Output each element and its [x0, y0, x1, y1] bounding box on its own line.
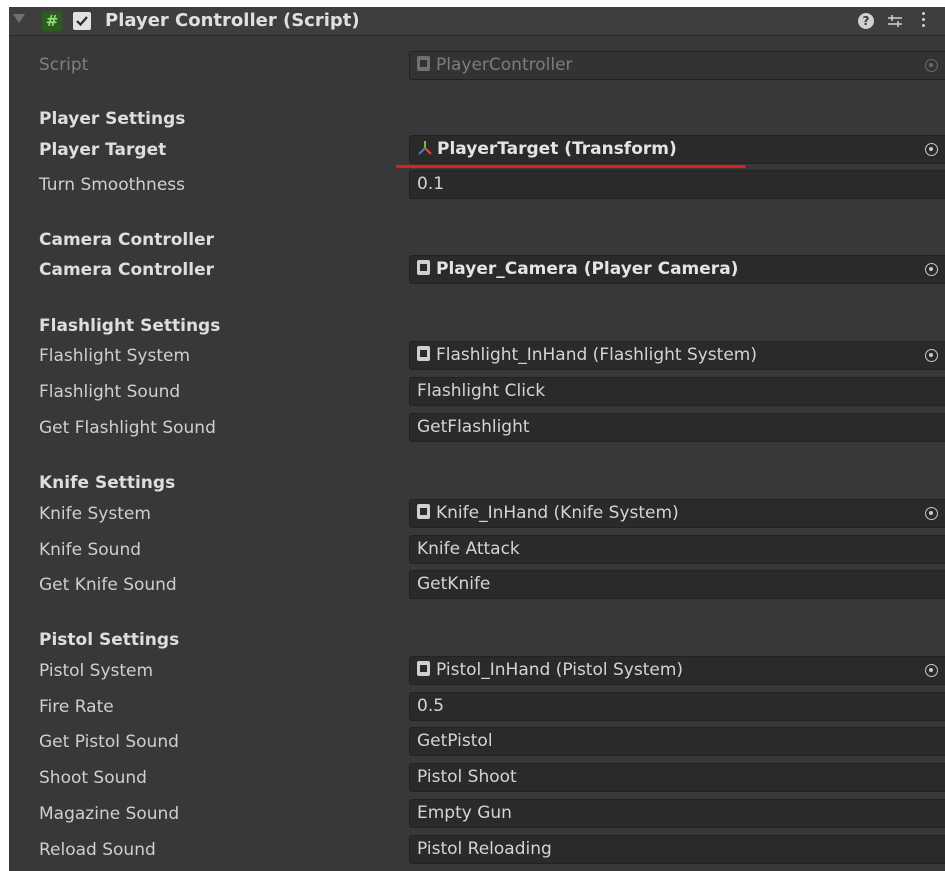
pistol-system-label: Pistol System — [39, 661, 154, 681]
object-picker-icon — [925, 59, 938, 72]
pistol-system-value: Pistol_InHand (Pistol System) — [436, 660, 684, 680]
knife-system-field[interactable]: Knife_InHand (Knife System) — [409, 499, 945, 528]
presets-icon[interactable] — [886, 12, 904, 30]
camera-controller-value: Player_Camera (Player Camera) — [436, 259, 739, 279]
object-picker-icon[interactable] — [925, 349, 938, 362]
pistol-system-field[interactable]: Pistol_InHand (Pistol System) — [409, 656, 945, 685]
player-target-field[interactable]: PlayerTarget (Transform) — [409, 135, 945, 164]
fire-rate-field[interactable]: 0.5 — [409, 692, 945, 721]
checkmark-icon — [76, 16, 88, 27]
inspector-panel: # Player Controller (Script) ? Script Pl… — [9, 7, 945, 871]
knife-settings-heading: Knife Settings — [39, 473, 176, 493]
magazine-sound-field[interactable]: Empty Gun — [409, 799, 945, 828]
object-picker-icon[interactable] — [925, 143, 938, 156]
knife-sound-field[interactable]: Knife Attack — [409, 535, 945, 564]
reload-sound-label: Reload Sound — [39, 840, 156, 860]
flashlight-system-field[interactable]: Flashlight_InHand (Flashlight System) — [409, 341, 945, 370]
flashlight-sound-field[interactable]: Flashlight Click — [409, 377, 945, 406]
turn-smoothness-field[interactable]: 0.1 — [409, 170, 945, 199]
flashlight-sound-label: Flashlight Sound — [39, 382, 181, 402]
knife-system-label: Knife System — [39, 504, 151, 524]
kebab-menu-icon[interactable] — [920, 11, 926, 31]
script-value: PlayerController — [436, 55, 573, 75]
shoot-sound-label: Shoot Sound — [39, 768, 147, 788]
script-label: Script — [39, 55, 89, 75]
fire-rate-label: Fire Rate — [39, 697, 114, 717]
magazine-sound-label: Magazine Sound — [39, 804, 180, 824]
flashlight-system-label: Flashlight System — [39, 346, 191, 366]
get-knife-sound-field[interactable]: GetKnife — [409, 570, 945, 599]
knife-sound-label: Knife Sound — [39, 540, 142, 560]
script-file-icon — [417, 260, 430, 275]
script-file-icon — [417, 346, 430, 361]
get-flashlight-sound-label: Get Flashlight Sound — [39, 418, 216, 438]
object-picker-icon[interactable] — [925, 664, 938, 677]
flashlight-system-value: Flashlight_InHand (Flashlight System) — [436, 345, 757, 365]
shoot-sound-field[interactable]: Pistol Shoot — [409, 763, 945, 792]
reload-sound-field[interactable]: Pistol Reloading — [409, 835, 945, 864]
get-flashlight-sound-field[interactable]: GetFlashlight — [409, 413, 945, 442]
highlight-underline — [396, 165, 746, 168]
component-title: Player Controller (Script) — [105, 10, 360, 31]
script-file-icon — [417, 56, 430, 71]
script-file-icon — [417, 661, 430, 676]
script-file-icon — [417, 504, 430, 519]
script-hash-icon: # — [42, 11, 62, 31]
turn-smoothness-label: Turn Smoothness — [39, 175, 185, 195]
player-settings-heading: Player Settings — [39, 109, 186, 129]
camera-controller-label: Camera Controller — [39, 260, 214, 280]
object-picker-icon[interactable] — [925, 507, 938, 520]
player-target-value: PlayerTarget (Transform) — [437, 139, 677, 159]
knife-system-value: Knife_InHand (Knife System) — [436, 503, 679, 523]
camera-controller-heading: Camera Controller — [39, 230, 214, 250]
component-header[interactable]: # Player Controller (Script) ? — [9, 7, 945, 36]
flashlight-settings-heading: Flashlight Settings — [39, 316, 221, 336]
help-icon[interactable]: ? — [858, 13, 874, 29]
get-knife-sound-label: Get Knife Sound — [39, 575, 177, 595]
pistol-settings-heading: Pistol Settings — [39, 630, 180, 650]
camera-controller-field[interactable]: Player_Camera (Player Camera) — [409, 255, 945, 284]
get-pistol-sound-label: Get Pistol Sound — [39, 732, 179, 752]
foldout-arrow-icon[interactable] — [13, 14, 25, 23]
get-pistol-sound-field[interactable]: GetPistol — [409, 727, 945, 756]
player-target-label: Player Target — [39, 140, 167, 160]
object-picker-icon[interactable] — [925, 263, 938, 276]
component-enabled-checkbox[interactable] — [73, 12, 91, 30]
transform-icon — [418, 140, 432, 155]
script-field: PlayerController — [409, 51, 945, 80]
